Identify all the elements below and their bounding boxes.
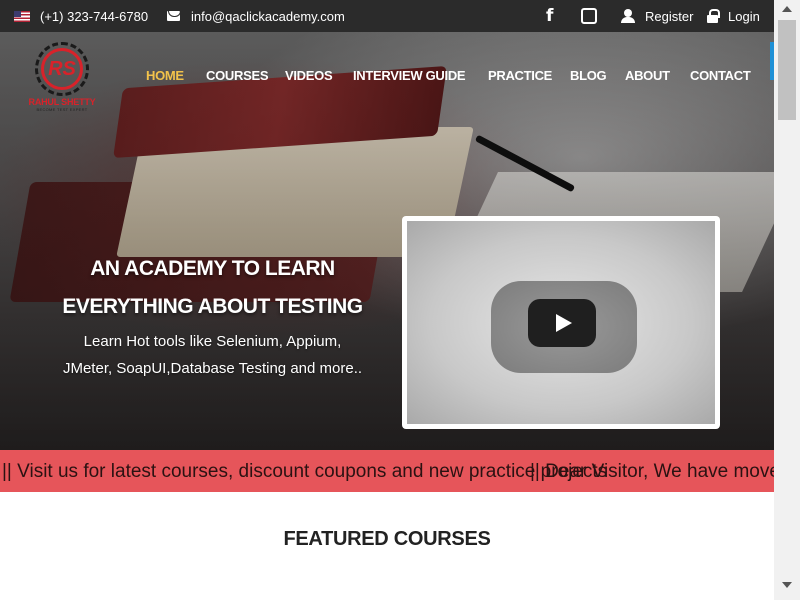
nav-videos[interactable]: VIDEOS [285,68,333,83]
nav-courses[interactable]: COURSES [206,68,269,83]
email-contact[interactable]: info@qaclickacademy.com [167,0,345,32]
facebook-icon: f [546,6,554,26]
youtube-icon [581,8,597,24]
announcement-ticker: || Visit us for latest courses, discount… [0,450,774,492]
nav-contact[interactable]: CONTACT [690,68,751,83]
scroll-up-arrow-icon[interactable] [782,6,792,12]
user-icon [621,9,635,23]
intro-video-player[interactable] [402,216,720,429]
lock-icon [707,9,720,23]
page-scrollbar[interactable] [774,0,800,600]
video-thumbnail [407,221,715,424]
site-logo[interactable]: RS RAHUL SHETTY BECOME TEST EXPERT [26,42,98,114]
youtube-link[interactable] [581,0,597,32]
logo-name: RAHUL SHETTY [28,97,96,107]
register-link[interactable]: Register [621,0,693,32]
scroll-down-arrow-icon[interactable] [782,582,792,588]
hero-title: AN ACADEMY TO LEARN EVERYTHING ABOUT TES… [40,250,385,326]
ticker-message-1[interactable]: || Visit us for latest courses, discount… [2,461,607,483]
play-button[interactable] [528,299,596,347]
login-link[interactable]: Login [707,0,760,32]
scrollbar-thumb[interactable] [778,20,796,120]
facebook-link[interactable]: f [546,0,553,32]
ticker-message-2[interactable]: || Dear Visitor, We have moved [530,461,774,483]
register-label: Register [645,8,694,24]
email-address: info@qaclickacademy.com [191,8,345,24]
logo-emblem: RS [35,42,89,96]
logo-initials: RS [41,48,83,90]
phone-number: (+1) 323-744-6780 [40,8,149,24]
phone-contact[interactable]: (+1) 323-744-6780 [14,0,148,32]
nav-blog[interactable]: BLOG [570,68,607,83]
login-label: Login [728,8,760,24]
hero-title-line-1: AN ACADEMY TO LEARN [90,257,335,280]
hero-subtitle-line-2: JMeter, SoapUI,Database Testing and more… [62,360,363,377]
play-icon [556,314,572,332]
nav-home[interactable]: HOME [146,68,184,83]
top-contact-bar: (+1) 323-744-6780 info@qaclickacademy.co… [0,0,774,32]
featured-courses-heading: FEATURED COURSES [283,528,491,550]
us-flag-icon [14,10,30,22]
nav-about[interactable]: ABOUT [625,68,670,83]
nav-interview-guide[interactable]: INTERVIEW GUIDE [353,68,466,83]
hero-banner: RS RAHUL SHETTY BECOME TEST EXPERT HOME … [0,32,774,450]
hero-subtitle: Learn Hot tools like Selenium, Appium, J… [40,328,385,382]
hero-subtitle-line-1: Learn Hot tools like Selenium, Appium, [83,333,342,350]
hero-title-line-2: EVERYTHING ABOUT TESTING [62,295,363,318]
logo-tagline: BECOME TEST EXPERT [36,107,88,112]
envelope-icon [167,11,181,21]
nav-practice[interactable]: PRACTICE [488,68,552,83]
